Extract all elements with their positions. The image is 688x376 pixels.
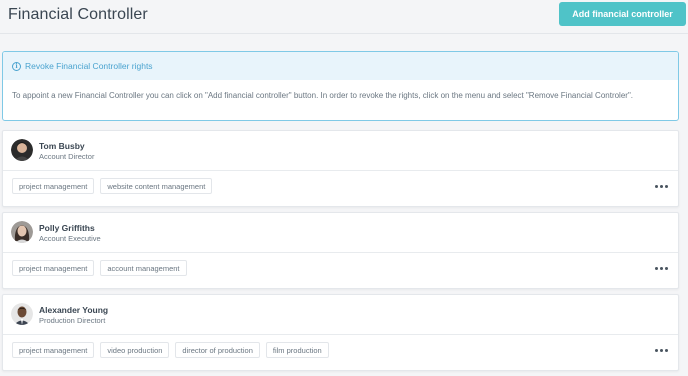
controller-role: Account Executive — [39, 234, 101, 243]
add-financial-controller-button[interactable]: Add financial controller — [559, 2, 686, 26]
skill-tag: film production — [265, 342, 329, 358]
skill-tag: account management — [100, 260, 187, 276]
page-header: Financial Controller Add financial contr… — [0, 0, 688, 34]
more-menu-icon[interactable] — [653, 183, 670, 190]
tag-list: project management website content manag… — [12, 178, 213, 194]
card-header: Polly Griffiths Account Executive — [3, 213, 678, 253]
more-menu-icon[interactable] — [653, 347, 670, 354]
info-panel-text: To appoint a new Financial Controller yo… — [12, 91, 634, 100]
info-panel: i Revoke Financial Controller rights To … — [2, 51, 679, 121]
skill-tag: project management — [12, 178, 95, 194]
page-title: Financial Controller — [8, 6, 148, 23]
controller-card: Tom Busby Account Director project manag… — [2, 130, 679, 207]
tag-list: project management video production dire… — [12, 342, 329, 358]
avatar — [11, 303, 33, 325]
controller-name: Tom Busby — [39, 141, 85, 151]
controller-role: Account Director — [39, 152, 95, 161]
tag-list: project management account management — [12, 260, 187, 276]
controller-role: Production Directort — [39, 316, 106, 325]
card-header: Alexander Young Production Directort — [3, 295, 678, 335]
skill-tag: director of production — [175, 342, 260, 358]
skill-tag: project management — [12, 342, 95, 358]
header-divider — [0, 33, 688, 34]
controller-card: Alexander Young Production Directort pro… — [2, 294, 679, 371]
controller-name: Polly Griffiths — [39, 223, 95, 233]
more-menu-icon[interactable] — [653, 265, 670, 272]
avatar — [11, 139, 33, 161]
info-icon: i — [12, 61, 21, 71]
skill-tag: project management — [12, 260, 95, 276]
card-header: Tom Busby Account Director — [3, 131, 678, 171]
skill-tag: video production — [100, 342, 170, 358]
info-panel-heading: Revoke Financial Controller rights — [25, 61, 153, 71]
info-panel-header: i Revoke Financial Controller rights — [3, 52, 678, 80]
skill-tag: website content management — [100, 178, 213, 194]
avatar — [11, 221, 33, 243]
controller-card: Polly Griffiths Account Executive projec… — [2, 212, 679, 289]
controller-name: Alexander Young — [39, 305, 109, 315]
